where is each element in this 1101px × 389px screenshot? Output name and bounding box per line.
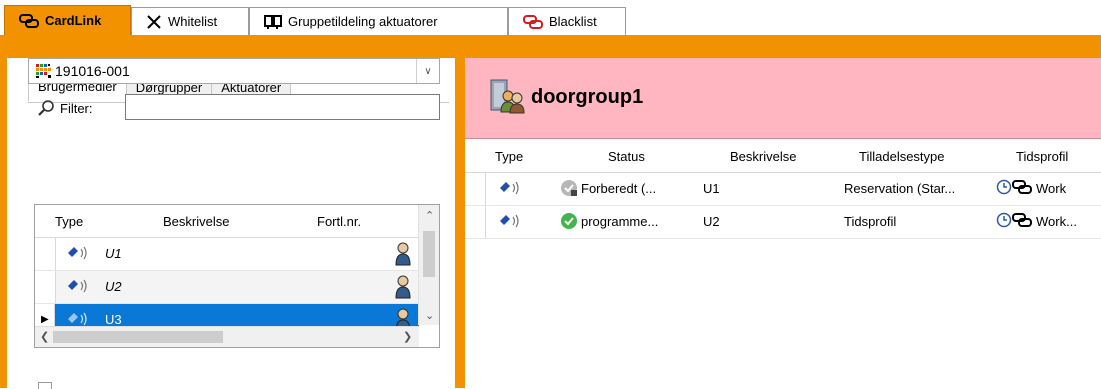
- table-row[interactable]: U1: [35, 238, 419, 271]
- row-description: U1: [105, 246, 122, 261]
- tab-label: Whitelist: [168, 14, 218, 29]
- vertical-scrollbar[interactable]: ⌃ ⌄: [418, 205, 439, 325]
- row-permission-type: Reservation (Star...: [844, 181, 956, 196]
- medium-select-value: 191016-001: [55, 63, 130, 79]
- row-time-profile: Work...: [1036, 214, 1077, 229]
- rfid-tag-icon: [67, 279, 89, 296]
- row-description: U3: [105, 312, 122, 327]
- column-header-type[interactable]: Type: [495, 149, 523, 164]
- column-header-status[interactable]: Status: [608, 149, 645, 164]
- right-panel: doorgroup1 Type Status Beskrivelse Tilla…: [465, 58, 1101, 388]
- filter-input[interactable]: [125, 94, 440, 120]
- column-header-beskrivelse[interactable]: Beskrivelse: [163, 214, 229, 229]
- door-group-header: doorgroup1: [465, 58, 1101, 139]
- row-selector[interactable]: [35, 271, 56, 303]
- medium-select[interactable]: 191016-001 ∨: [28, 58, 440, 84]
- orange-band: [0, 35, 1101, 57]
- person-icon: [395, 275, 411, 302]
- door-group-title: doorgroup1: [531, 86, 644, 108]
- column-header-tidsprofil[interactable]: Tidsprofil: [1016, 149, 1068, 164]
- card-link-icon: [1012, 180, 1032, 197]
- scroll-up-icon[interactable]: ⌃: [425, 209, 434, 222]
- tab-cardlink[interactable]: CardLink: [4, 5, 131, 35]
- rfid-tag-icon: [499, 214, 521, 231]
- row-permission-type: Tidsprofil: [844, 214, 897, 229]
- column-header-tilladelsestype[interactable]: Tilladelsestype: [859, 149, 945, 164]
- row-description: U2: [105, 279, 122, 294]
- row-selector[interactable]: [465, 173, 486, 205]
- x-icon: [147, 14, 161, 29]
- search-icon: [38, 100, 54, 116]
- scroll-thumb[interactable]: [53, 331, 223, 343]
- horizontal-scrollbar[interactable]: ❮ ❯: [35, 326, 419, 347]
- row-status: Forberedt (...: [581, 181, 657, 196]
- clock-icon: [996, 179, 1012, 198]
- main-tab-strip: CardLink Whitelist Gruppetildeling aktua…: [0, 0, 1101, 35]
- filter-label-text: Filter:: [60, 100, 93, 116]
- table-row[interactable]: Forberedt (... U1 Reservation (Star... W…: [465, 173, 1101, 206]
- scroll-right-icon[interactable]: ❯: [403, 330, 412, 343]
- scroll-left-icon[interactable]: ❮: [40, 330, 49, 343]
- filter-label: Filter:: [37, 99, 93, 117]
- clock-icon: [996, 212, 1012, 231]
- tab-label: Blacklist: [549, 14, 597, 29]
- column-header-beskrivelse[interactable]: Beskrivelse: [730, 149, 796, 164]
- chevron-down-icon[interactable]: ∨: [416, 59, 439, 83]
- row-selector[interactable]: [35, 238, 56, 270]
- permissions-grid-header: Type Status Beskrivelse Tilladelsestype …: [465, 140, 1101, 173]
- row-time-profile: Work: [1036, 181, 1067, 196]
- rfid-tag-icon: [67, 246, 89, 263]
- pending-icon: [560, 179, 578, 200]
- grid-dots-icon: [36, 64, 51, 78]
- column-header-type[interactable]: Type: [55, 214, 83, 229]
- door-group-icon: [489, 78, 525, 117]
- card-link-icon: [1012, 213, 1032, 230]
- row-selector[interactable]: [465, 206, 486, 238]
- rfid-tag-icon: [499, 181, 521, 198]
- table-row[interactable]: U2: [35, 271, 419, 304]
- column-header-fortlnr[interactable]: Fortl.nr.: [317, 214, 361, 229]
- row-status: programme...: [581, 214, 659, 229]
- blacklist-link-icon: [523, 14, 543, 29]
- media-grid: Type Beskrivelse Fortl.nr. U1 U2 ▶ U3 ⌃ …: [34, 204, 440, 348]
- check-icon: [560, 212, 578, 233]
- group-actuator-icon: [264, 14, 282, 29]
- tab-label: CardLink: [45, 13, 102, 28]
- tab-whitelist[interactable]: Whitelist: [131, 7, 249, 35]
- media-grid-header: Type Beskrivelse Fortl.nr.: [35, 205, 419, 238]
- row-description: U2: [703, 214, 720, 229]
- scroll-down-icon[interactable]: ⌄: [425, 309, 434, 322]
- tab-blacklist[interactable]: Blacklist: [508, 7, 626, 35]
- person-icon: [395, 242, 411, 269]
- scroll-thumb[interactable]: [423, 231, 435, 277]
- table-row[interactable]: programme... U2 Tidsprofil Work...: [465, 206, 1101, 239]
- tab-label: Gruppetildeling aktuatorer: [288, 14, 438, 29]
- card-link-icon: [19, 13, 39, 28]
- tab-gruppetildeling[interactable]: Gruppetildeling aktuatorer: [249, 7, 508, 35]
- row-description: U1: [703, 181, 720, 196]
